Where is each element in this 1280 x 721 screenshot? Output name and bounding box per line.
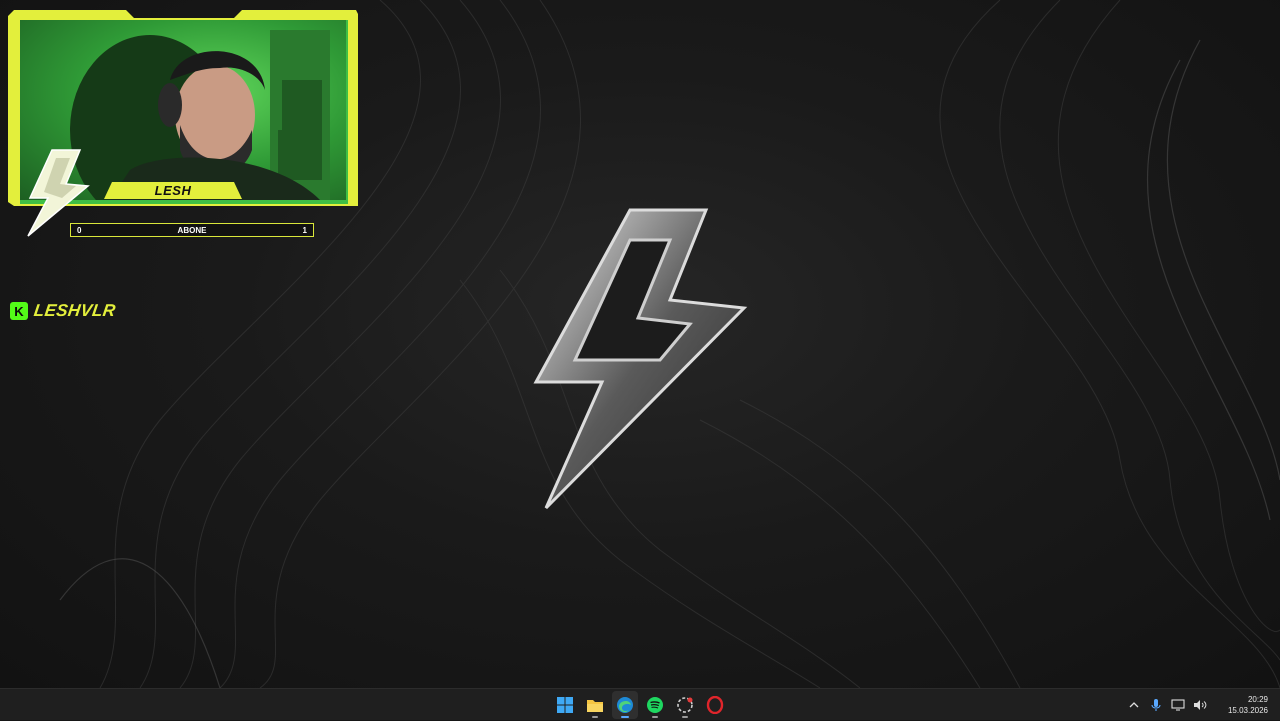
clock-date: 15.03.2026 xyxy=(1227,706,1268,715)
speaker-icon[interactable] xyxy=(1192,697,1208,713)
taskbar-clock[interactable]: 20:29 15.03.2026 xyxy=(1228,694,1268,716)
streamer-nameplate: LESH xyxy=(104,182,242,199)
running-indicator xyxy=(592,716,598,718)
goal-current: 0 xyxy=(77,225,82,235)
subscriber-goal-bar: 0 ABONE 1 xyxy=(70,223,314,237)
taskbar: 20:29 15.03.2026 xyxy=(0,688,1280,720)
edge-button[interactable] xyxy=(612,691,638,719)
app-icon xyxy=(677,697,693,713)
goal-label: ABONE xyxy=(177,225,207,235)
running-indicator xyxy=(621,716,629,718)
spotify-icon xyxy=(647,697,663,713)
kick-icon: K xyxy=(10,302,28,320)
taskbar-apps xyxy=(552,689,728,721)
kick-handle: K LESHVLR xyxy=(10,300,117,322)
goal-target: 1 xyxy=(302,225,307,235)
running-indicator xyxy=(682,716,688,718)
opera-button[interactable] xyxy=(702,691,728,719)
app-button[interactable] xyxy=(672,691,698,719)
microphone-icon[interactable] xyxy=(1148,697,1164,713)
chevron-up-icon[interactable] xyxy=(1126,697,1142,713)
edge-icon xyxy=(617,697,633,713)
lightning-logo xyxy=(533,208,748,510)
file-explorer-button[interactable] xyxy=(582,691,608,719)
folder-icon xyxy=(587,700,603,712)
start-button[interactable] xyxy=(552,691,578,719)
running-indicator xyxy=(652,716,658,718)
spotify-button[interactable] xyxy=(642,691,668,719)
opera-icon xyxy=(706,696,724,714)
clock-time: 20:29 xyxy=(1247,695,1268,704)
system-tray: 20:29 15.03.2026 xyxy=(1126,689,1280,721)
kick-username: LESHVLR xyxy=(32,301,117,320)
display-icon[interactable] xyxy=(1170,697,1186,713)
windows-icon xyxy=(557,697,573,713)
